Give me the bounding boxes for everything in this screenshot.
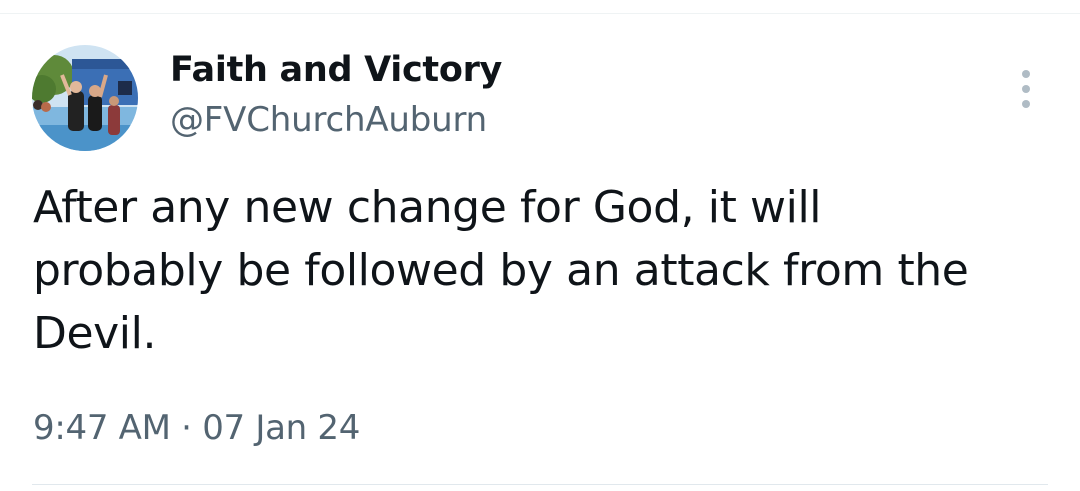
more-vertical-icon-dot-2 [1022,85,1030,93]
more-vertical-icon-dot-3 [1022,100,1030,108]
profile-photo-avatar [32,45,138,151]
more-vertical-icon [1022,70,1030,78]
top-divider [0,13,1080,14]
tweet-time: 9:47 AM [33,408,171,448]
author-handle[interactable]: @FVChurchAuburn [170,99,487,141]
timestamp-separator: · [181,408,192,448]
tweet-timestamp[interactable]: 9:47 AM · 07 Jan 24 [33,403,360,453]
author-avatar[interactable] [32,45,138,151]
more-options-button[interactable] [1006,66,1046,112]
tweet-text: After any new change for God, it will pr… [33,182,969,359]
author-display-name[interactable]: Faith and Victory [170,48,502,92]
tweet-date: 07 Jan 24 [202,408,361,448]
bottom-divider [32,484,1048,485]
